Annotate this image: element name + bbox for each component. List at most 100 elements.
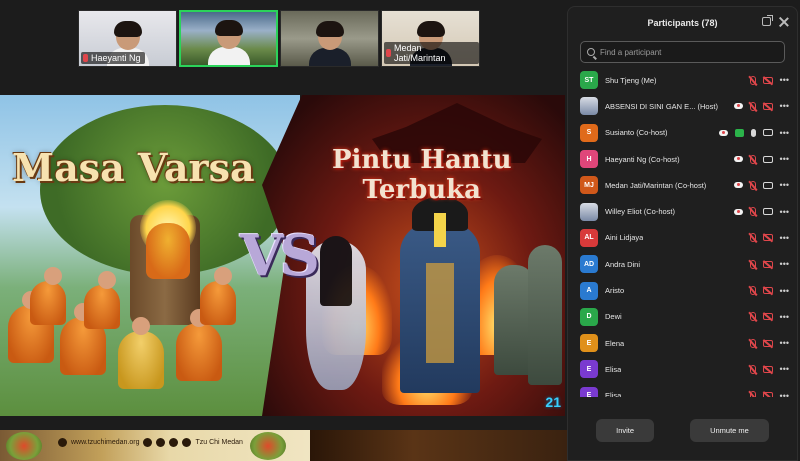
participant-row[interactable]: A Aristo ••• bbox=[568, 277, 797, 303]
participant-name: Andra Dini bbox=[605, 259, 641, 269]
mic-muted-icon[interactable] bbox=[749, 259, 756, 269]
tile-name-label: Haeyanti Ng bbox=[81, 52, 145, 64]
participant-row[interactable]: AD Andra Dini ••• bbox=[568, 251, 797, 277]
more-options-icon[interactable]: ••• bbox=[780, 365, 789, 374]
more-options-icon[interactable]: ••• bbox=[780, 312, 789, 321]
camera-off-icon[interactable] bbox=[762, 102, 773, 110]
more-options-icon[interactable]: ••• bbox=[780, 339, 789, 348]
mic-muted-icon[interactable] bbox=[749, 180, 756, 190]
video-tile-active-speaker[interactable] bbox=[179, 10, 278, 67]
participant-row[interactable]: ST Shu Tjeng (Me) ••• bbox=[568, 67, 797, 93]
more-options-icon[interactable]: ••• bbox=[780, 391, 789, 397]
mic-muted-icon[interactable] bbox=[749, 154, 756, 164]
camera-icon[interactable] bbox=[762, 181, 773, 189]
more-options-icon[interactable]: ••• bbox=[780, 181, 789, 190]
participant-row[interactable]: E Elisa ••• bbox=[568, 383, 797, 397]
camera-off-icon[interactable] bbox=[762, 392, 773, 397]
participant-name: Aini Lidjaya bbox=[605, 233, 644, 243]
camera-off-icon[interactable] bbox=[762, 287, 773, 295]
pop-out-icon[interactable] bbox=[762, 15, 773, 26]
mic-muted-icon[interactable] bbox=[749, 75, 756, 85]
search-icon bbox=[587, 48, 595, 56]
more-options-icon[interactable]: ••• bbox=[780, 155, 789, 164]
mic-muted-icon[interactable] bbox=[749, 338, 756, 348]
globe-icon bbox=[58, 438, 67, 447]
participant-row[interactable]: E Elena ••• bbox=[568, 330, 797, 356]
participant-row[interactable]: S Susianto (Co-host) ••• bbox=[568, 120, 797, 146]
camera-off-icon[interactable] bbox=[762, 313, 773, 321]
participant-row[interactable]: AL Aini Lidjaya ••• bbox=[568, 225, 797, 251]
participant-name: Medan Jati/Marintan (Co-host) bbox=[605, 180, 707, 190]
camera-icon[interactable] bbox=[762, 208, 773, 216]
video-tile[interactable] bbox=[280, 10, 379, 67]
monk-figure bbox=[84, 271, 120, 329]
search-input[interactable] bbox=[600, 47, 780, 57]
monk-figure bbox=[200, 267, 236, 325]
participant-row[interactable]: Willey Eliot (Co-host) ••• bbox=[568, 198, 797, 224]
invite-button[interactable]: Invite bbox=[596, 418, 655, 442]
participant-row[interactable]: MJ Medan Jati/Marintan (Co-host) ••• bbox=[568, 172, 797, 198]
mic-icon[interactable] bbox=[750, 128, 756, 137]
mic-muted-icon[interactable] bbox=[749, 101, 756, 111]
avatar: E bbox=[580, 360, 598, 379]
camera-off-icon[interactable] bbox=[762, 234, 773, 242]
participant-video bbox=[207, 20, 250, 65]
camera-icon[interactable] bbox=[762, 155, 773, 163]
participant-name: Shu Tjeng (Me) bbox=[605, 75, 657, 85]
camera-off-icon[interactable] bbox=[762, 76, 773, 84]
close-icon[interactable] bbox=[779, 17, 789, 27]
facebook-icon bbox=[143, 438, 153, 447]
participant-name: Willey Eliot (Co-host) bbox=[605, 207, 676, 217]
cloud-recording-icon bbox=[733, 156, 743, 163]
mic-muted-icon[interactable] bbox=[749, 233, 756, 243]
cloud-recording-icon bbox=[733, 182, 743, 189]
screen-share-icon bbox=[734, 128, 744, 137]
more-options-icon[interactable]: ••• bbox=[780, 207, 789, 216]
unmute-me-button[interactable]: Unmute me bbox=[690, 418, 769, 442]
avatar bbox=[580, 202, 598, 221]
participant-row[interactable]: D Dewi ••• bbox=[568, 304, 797, 330]
mic-muted-icon[interactable] bbox=[749, 207, 756, 217]
tile-name-label: Medan Jati/Marintan bbox=[384, 42, 479, 64]
video-tile[interactable]: Haeyanti Ng bbox=[78, 10, 177, 67]
participant-row[interactable]: ABSENSI DI SINI GAN E... (Host) ••• bbox=[568, 93, 797, 119]
mic-muted-icon[interactable] bbox=[749, 364, 756, 374]
video-gallery-strip: Haeyanti Ng Medan Jati/Marintan bbox=[78, 10, 480, 67]
participant-name: Elisa bbox=[605, 391, 622, 397]
more-options-icon[interactable]: ••• bbox=[780, 260, 789, 269]
participant-name: Aristo bbox=[605, 286, 625, 296]
camera-off-icon[interactable] bbox=[762, 339, 773, 347]
jiangshi-figure bbox=[400, 197, 480, 393]
footer-background bbox=[310, 430, 568, 461]
camera-icon[interactable] bbox=[762, 129, 773, 137]
more-options-icon[interactable]: ••• bbox=[780, 128, 789, 137]
avatar: D bbox=[580, 307, 598, 326]
panel-header: Participants (78) bbox=[568, 7, 797, 39]
instagram-icon bbox=[156, 438, 166, 447]
mic-muted-icon[interactable] bbox=[749, 312, 756, 322]
participant-name: Dewi bbox=[605, 312, 622, 322]
participant-list[interactable]: ST Shu Tjeng (Me) ••• ABSENSI DI SINI GAN E… bbox=[568, 67, 797, 397]
mic-muted-icon[interactable] bbox=[749, 391, 756, 397]
avatar: E bbox=[580, 334, 598, 353]
participant-row[interactable]: E Elisa ••• bbox=[568, 356, 797, 382]
more-options-icon[interactable]: ••• bbox=[780, 102, 789, 111]
more-options-icon[interactable]: ••• bbox=[780, 233, 789, 242]
mic-muted-icon[interactable] bbox=[749, 286, 756, 296]
participants-panel: Participants (78) STShu Tjeng (Me)•••ABS… bbox=[567, 6, 798, 461]
camera-off-icon[interactable] bbox=[762, 260, 773, 268]
vs-label: VS bbox=[240, 223, 320, 289]
avatar bbox=[580, 97, 598, 116]
meeting-window: Haeyanti Ng Medan Jati/Marintan Masa Var… bbox=[0, 0, 800, 461]
participant-name: Elisa bbox=[605, 364, 622, 374]
participant-name: Elena bbox=[605, 338, 625, 348]
participant-name: Susianto (Co-host) bbox=[605, 128, 668, 138]
participant-row[interactable]: H Haeyanti Ng (Co-host) ••• bbox=[568, 146, 797, 172]
corner-number: 21 bbox=[545, 394, 561, 410]
more-options-icon[interactable]: ••• bbox=[780, 286, 789, 295]
tiktok-icon bbox=[169, 438, 179, 447]
participant-video bbox=[308, 21, 351, 66]
more-options-icon[interactable]: ••• bbox=[780, 76, 789, 85]
camera-off-icon[interactable] bbox=[762, 365, 773, 373]
video-tile[interactable]: Medan Jati/Marintan bbox=[381, 10, 480, 67]
